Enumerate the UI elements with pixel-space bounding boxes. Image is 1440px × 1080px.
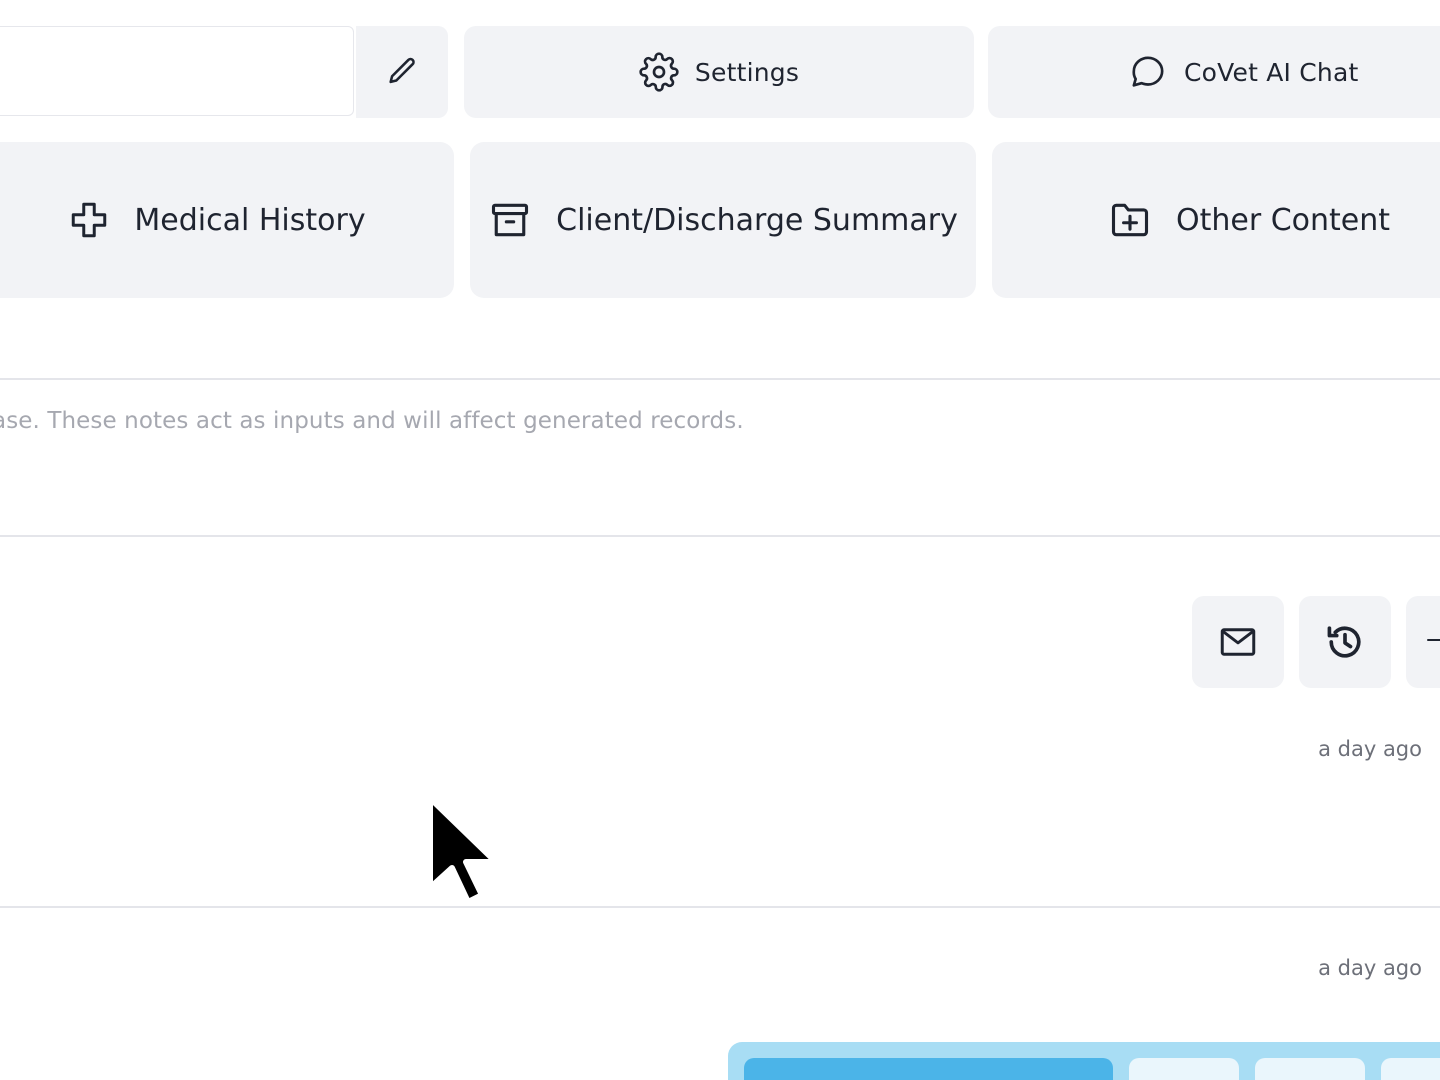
primary-action-button[interactable] xyxy=(744,1058,1113,1080)
page: Settings CoVet AI Chat Medical History C… xyxy=(0,0,1440,1080)
medical-history-button[interactable]: Medical History xyxy=(0,142,454,298)
record-timestamp: a day ago xyxy=(1318,956,1422,980)
secondary-action-button[interactable] xyxy=(1129,1058,1239,1080)
history-icon xyxy=(1323,620,1367,664)
secondary-action-button[interactable] xyxy=(1381,1058,1440,1080)
record-timestamp: a day ago xyxy=(1318,737,1422,761)
mail-icon xyxy=(1217,621,1259,663)
email-record-button[interactable] xyxy=(1192,596,1284,688)
medical-history-label: Medical History xyxy=(134,202,366,238)
notes-input-placeholder[interactable]: ase. These notes act as inputs and will … xyxy=(0,408,744,434)
record-divider xyxy=(0,906,1440,908)
client-discharge-summary-button[interactable]: Client/Discharge Summary xyxy=(470,142,976,298)
chat-bubble-icon xyxy=(1128,52,1168,92)
settings-label: Settings xyxy=(694,57,800,87)
gear-icon xyxy=(639,52,679,92)
covet-ai-chat-button[interactable]: CoVet AI Chat xyxy=(988,26,1440,118)
more-actions-button[interactable] xyxy=(1406,596,1440,688)
partial-icon xyxy=(1426,632,1440,652)
client-discharge-summary-label: Client/Discharge Summary xyxy=(556,202,958,238)
record-history-button[interactable] xyxy=(1299,596,1391,688)
secondary-action-button[interactable] xyxy=(1255,1058,1365,1080)
name-input[interactable] xyxy=(0,26,354,116)
other-content-label: Other Content xyxy=(1176,202,1391,238)
archive-box-icon xyxy=(488,198,532,242)
medical-cross-icon xyxy=(68,199,110,241)
edit-name-button[interactable] xyxy=(356,26,448,118)
mouse-cursor-icon xyxy=(418,790,508,915)
settings-button[interactable]: Settings xyxy=(464,26,974,118)
folder-plus-icon xyxy=(1108,198,1152,242)
covet-ai-chat-label: CoVet AI Chat xyxy=(1184,57,1359,87)
notes-bottom-divider xyxy=(0,535,1440,537)
pencil-icon xyxy=(385,55,419,89)
notes-top-divider xyxy=(0,378,1440,380)
other-content-button[interactable]: Other Content xyxy=(992,142,1440,298)
